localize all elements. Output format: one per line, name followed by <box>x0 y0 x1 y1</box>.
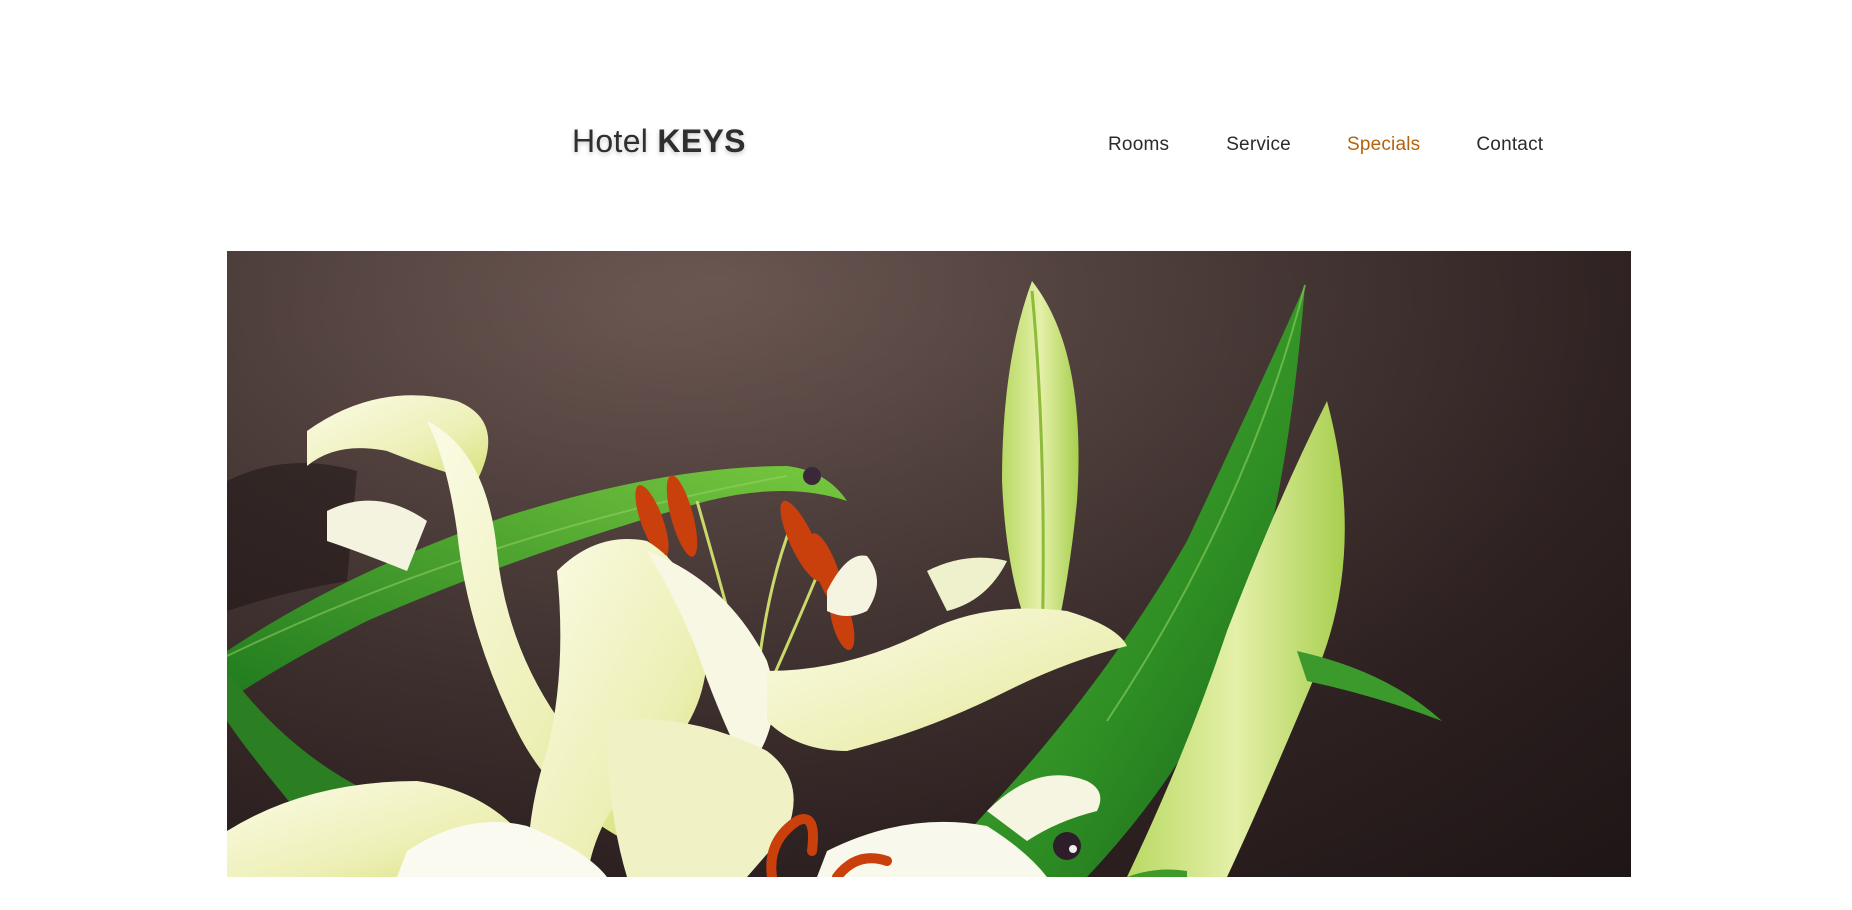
logo-bold-text: KEYS <box>657 123 746 159</box>
nav-item-specials[interactable]: Specials <box>1347 134 1420 156</box>
logo-light-text: Hotel <box>572 123 649 159</box>
main-nav: Rooms Service Specials Contact <box>1108 134 1543 156</box>
nav-item-rooms[interactable]: Rooms <box>1108 134 1169 156</box>
nav-item-service[interactable]: Service <box>1226 134 1291 156</box>
site-header: Hotel KEYS Rooms Service Specials Contac… <box>0 0 1852 250</box>
site-logo[interactable]: Hotel KEYS <box>572 123 746 160</box>
hero-image <box>227 251 1631 877</box>
lily-flower-illustration <box>227 251 1631 877</box>
nav-item-contact[interactable]: Contact <box>1476 134 1543 156</box>
